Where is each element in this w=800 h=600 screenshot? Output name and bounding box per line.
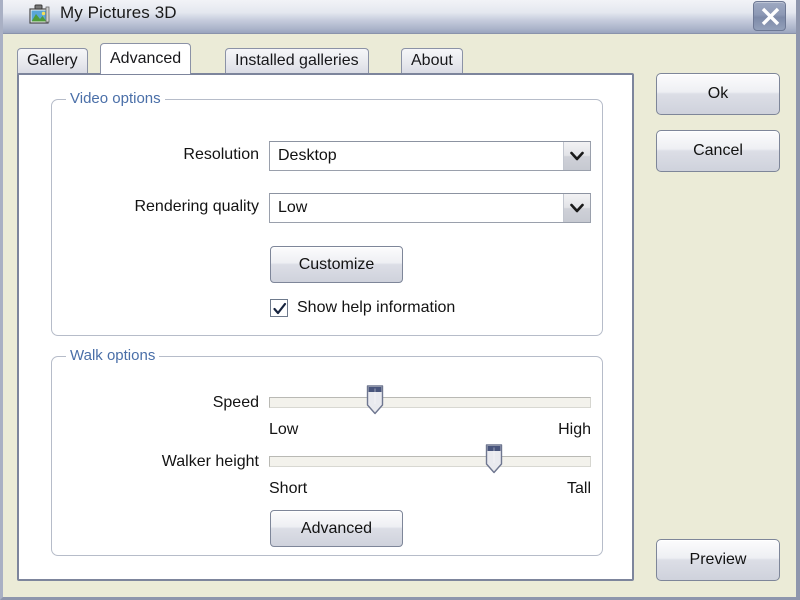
rendering-quality-value: Low bbox=[278, 199, 308, 216]
show-help-label: Show help information bbox=[297, 299, 456, 316]
resolution-value: Desktop bbox=[278, 147, 337, 164]
group-video-options: Video options Resolution Desktop Renderi… bbox=[51, 90, 603, 336]
window-title: My Pictures 3D bbox=[60, 3, 177, 22]
speed-slider-track[interactable] bbox=[269, 397, 591, 408]
customize-button[interactable]: Customize bbox=[270, 246, 403, 283]
speed-min-label: Low bbox=[269, 421, 299, 438]
speed-label: Speed bbox=[212, 394, 259, 411]
tab-panel-advanced: Video options Resolution Desktop Renderi… bbox=[17, 73, 634, 581]
speed-max-label: High bbox=[558, 421, 591, 438]
walker-height-min-label: Short bbox=[269, 480, 308, 497]
speed-slider-thumb[interactable] bbox=[365, 385, 385, 415]
walker-height-slider-track[interactable] bbox=[269, 456, 591, 467]
close-icon bbox=[761, 7, 780, 26]
walker-height-max-label: Tall bbox=[566, 480, 591, 497]
resolution-dropdown[interactable]: Desktop bbox=[269, 141, 591, 171]
show-help-checkbox-row[interactable]: Show help information bbox=[270, 299, 455, 317]
chevron-down-icon bbox=[563, 142, 590, 170]
resolution-label: Resolution bbox=[183, 146, 259, 163]
title-bar: My Pictures 3D bbox=[3, 0, 796, 34]
advanced-button[interactable]: Advanced bbox=[270, 510, 403, 547]
group-walk-options-legend: Walk options bbox=[66, 347, 160, 364]
checkmark-icon bbox=[273, 302, 287, 315]
tab-installed-galleries[interactable]: Installed galleries bbox=[225, 48, 369, 74]
cancel-button[interactable]: Cancel bbox=[656, 130, 780, 172]
group-video-options-legend: Video options bbox=[66, 90, 165, 107]
walker-height-slider-thumb[interactable] bbox=[484, 444, 504, 474]
close-button[interactable] bbox=[753, 1, 786, 31]
walker-height-label: Walker height bbox=[161, 453, 259, 470]
dialog-window: My Pictures 3D Gallery Advanced Installe… bbox=[0, 0, 800, 600]
group-walk-options: Walk options Speed Low High Walker heigh… bbox=[51, 347, 603, 556]
chevron-down-icon bbox=[563, 194, 590, 222]
tab-about[interactable]: About bbox=[401, 48, 463, 74]
preview-button[interactable]: Preview bbox=[656, 539, 780, 581]
show-help-checkbox[interactable] bbox=[270, 299, 288, 317]
speed-slider[interactable] bbox=[269, 385, 591, 415]
ok-button[interactable]: Ok bbox=[656, 73, 780, 115]
walker-height-slider[interactable] bbox=[269, 444, 591, 474]
tab-advanced[interactable]: Advanced bbox=[100, 43, 192, 74]
picture-icon bbox=[29, 4, 51, 25]
rendering-quality-label: Rendering quality bbox=[134, 198, 259, 215]
tab-strip: Gallery Advanced Installed galleries Abo… bbox=[17, 43, 787, 74]
rendering-quality-dropdown[interactable]: Low bbox=[269, 193, 591, 223]
tab-gallery[interactable]: Gallery bbox=[17, 48, 88, 74]
